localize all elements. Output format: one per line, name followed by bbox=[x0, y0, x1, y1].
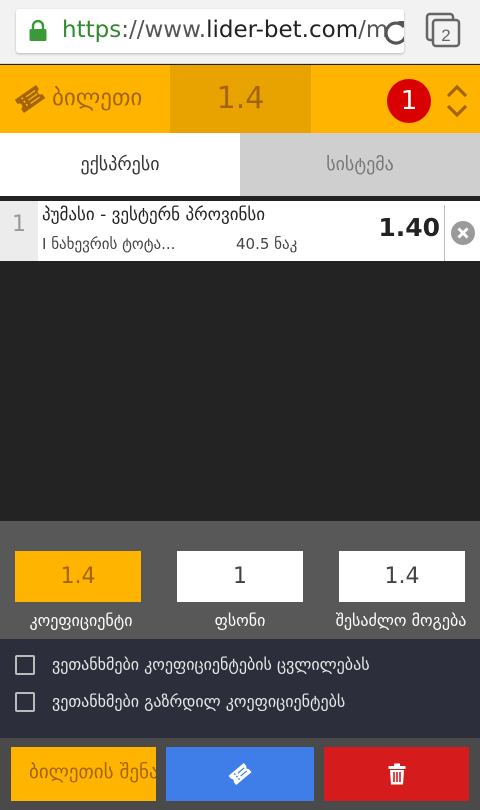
ticket-count-badge: 1 bbox=[387, 79, 431, 123]
tab-switcher-icon[interactable]: 2 bbox=[425, 12, 461, 48]
trash-icon bbox=[388, 763, 405, 785]
bet-match: პუმასი - ვესტერნ პროვინსი bbox=[42, 205, 266, 225]
possible-win-value: 1.4 bbox=[339, 551, 465, 602]
accept-increased-odds-label[interactable]: ვეთანხმები გაზრდილ კოეფიციენტებს bbox=[52, 692, 345, 711]
accept-increased-odds-checkbox[interactable] bbox=[15, 692, 35, 712]
ticket-title: ბილეთი bbox=[52, 85, 143, 111]
bet-index: 1 bbox=[0, 201, 38, 261]
save-ticket-label: ბილეთის შენახვა bbox=[29, 761, 156, 783]
divider bbox=[444, 205, 445, 261]
remove-bet-icon[interactable] bbox=[450, 220, 476, 246]
lock-icon bbox=[29, 20, 47, 41]
ticket-header[interactable]: ბილეთი 1.4 1 bbox=[0, 65, 480, 133]
stake-input[interactable]: 1 bbox=[177, 551, 303, 602]
bet-selection: 40.5 ნაკ bbox=[236, 235, 298, 253]
tab-count: 2 bbox=[441, 26, 450, 45]
ticket-icon bbox=[14, 84, 46, 114]
place-bet-button[interactable] bbox=[166, 747, 314, 801]
url-text: https://www.lider-bet.com/m bbox=[62, 17, 389, 43]
stake-label: ფსონი bbox=[214, 611, 266, 630]
bet-market: I ნახევრის ტოტა... bbox=[42, 235, 176, 253]
expand-collapse-icon[interactable] bbox=[444, 83, 470, 119]
save-ticket-button[interactable]: ბილეთის შენახვა bbox=[11, 747, 156, 801]
accept-odds-change-checkbox[interactable] bbox=[15, 655, 35, 675]
agreements-panel: ვეთანხმები კოეფიციენტების ცვლილებას ვეთა… bbox=[0, 639, 480, 738]
possible-win-label: შესაძლო მოგება bbox=[335, 611, 467, 630]
coefficient-label: კოეფიციენტი bbox=[29, 611, 133, 630]
browser-toolbar: https://www.lider-bet.com/m 2 bbox=[0, 0, 480, 64]
address-bar[interactable]: https://www.lider-bet.com/m bbox=[16, 9, 404, 53]
delete-ticket-button[interactable] bbox=[324, 747, 469, 801]
ticket-icon bbox=[228, 763, 252, 785]
coefficient-value: 1.4 bbox=[15, 551, 141, 602]
bet-type-tabs: ექსპრესი სისტემა bbox=[0, 133, 480, 196]
screen: { "browser": { "url_scheme": "https", "u… bbox=[0, 0, 480, 810]
action-bar: ბილეთის შენახვა bbox=[0, 738, 480, 810]
bet-odds: 1.40 bbox=[378, 213, 440, 242]
tab-express[interactable]: ექსპრესი bbox=[0, 133, 240, 196]
accept-odds-change-label[interactable]: ვეთანხმები კოეფიციენტების ცვლილებას bbox=[52, 655, 370, 674]
calc-panel: 1.4 1 1.4 კოეფიციენტი ფსონი შესაძლო მოგე… bbox=[0, 521, 480, 639]
total-odds: 1.4 bbox=[170, 65, 311, 133]
tab-system[interactable]: სისტემა bbox=[240, 133, 480, 196]
reload-icon[interactable] bbox=[382, 18, 404, 46]
bet-item[interactable]: 1 პუმასი - ვესტერნ პროვინსი I ნახევრის ტ… bbox=[0, 201, 480, 261]
